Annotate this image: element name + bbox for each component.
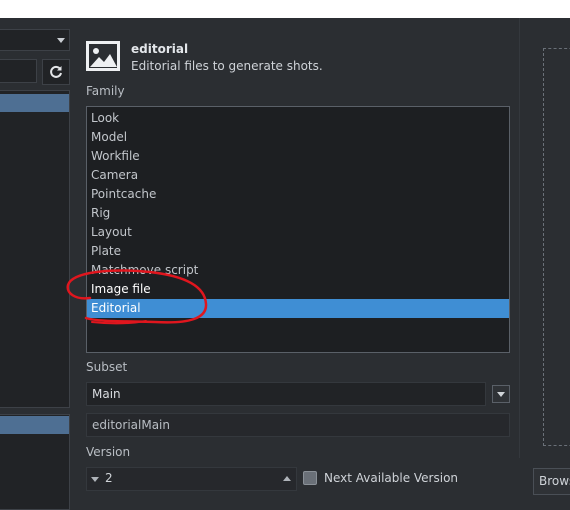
asset-list-selected-item[interactable] [0, 94, 69, 112]
family-item-plate[interactable]: Plate [87, 242, 509, 261]
subset-dropdown-button[interactable] [492, 385, 510, 403]
family-item-editorial[interactable]: Editorial [87, 299, 509, 318]
file-drop-zone[interactable] [543, 48, 570, 446]
subset-label: Subset [86, 360, 128, 374]
image-icon [86, 41, 120, 71]
family-item-workfile[interactable]: Workfile [87, 147, 509, 166]
chevron-down-icon [57, 38, 65, 43]
family-list[interactable]: Look Model Workfile Camera Pointcache Ri… [86, 106, 510, 353]
asset-list[interactable] [0, 90, 70, 408]
refresh-icon [50, 65, 62, 78]
asset-combo[interactable] [0, 29, 70, 51]
chevron-down-icon [497, 392, 505, 397]
family-item-layout[interactable]: Layout [87, 223, 509, 242]
family-item-image-file[interactable]: Image file [87, 280, 509, 299]
version-label: Version [86, 445, 131, 459]
family-item-look[interactable]: Look [87, 109, 509, 128]
family-description: Editorial files to generate shots. [131, 59, 323, 73]
family-item-model[interactable]: Model [87, 128, 509, 147]
refresh-button[interactable] [42, 59, 70, 85]
family-item-pointcache[interactable]: Pointcache [87, 185, 509, 204]
family-item-matchmove-script[interactable]: Matchmove script [87, 261, 509, 280]
task-list-selected-item[interactable] [0, 416, 69, 434]
task-list[interactable] [0, 414, 70, 510]
subset-input[interactable]: Main [86, 382, 486, 406]
version-spinbox[interactable]: 2 [86, 467, 297, 491]
asset-search-input[interactable] [0, 59, 37, 83]
next-available-version-checkbox[interactable] [303, 471, 317, 485]
browse-button[interactable]: Brows [533, 468, 570, 495]
spin-up-icon[interactable] [283, 476, 291, 481]
family-item-camera[interactable]: Camera [87, 166, 509, 185]
family-item-rig[interactable]: Rig [87, 204, 509, 223]
subset-result-field: editorialMain [86, 413, 510, 437]
family-title: editorial [131, 42, 189, 56]
spin-down-icon[interactable] [91, 477, 99, 482]
panel-divider [519, 18, 520, 458]
family-label: Family [86, 84, 125, 98]
creator-window: editorial Editorial files to generate sh… [0, 18, 570, 510]
version-value[interactable]: 2 [105, 471, 113, 485]
next-available-version-label[interactable]: Next Available Version [324, 471, 458, 485]
